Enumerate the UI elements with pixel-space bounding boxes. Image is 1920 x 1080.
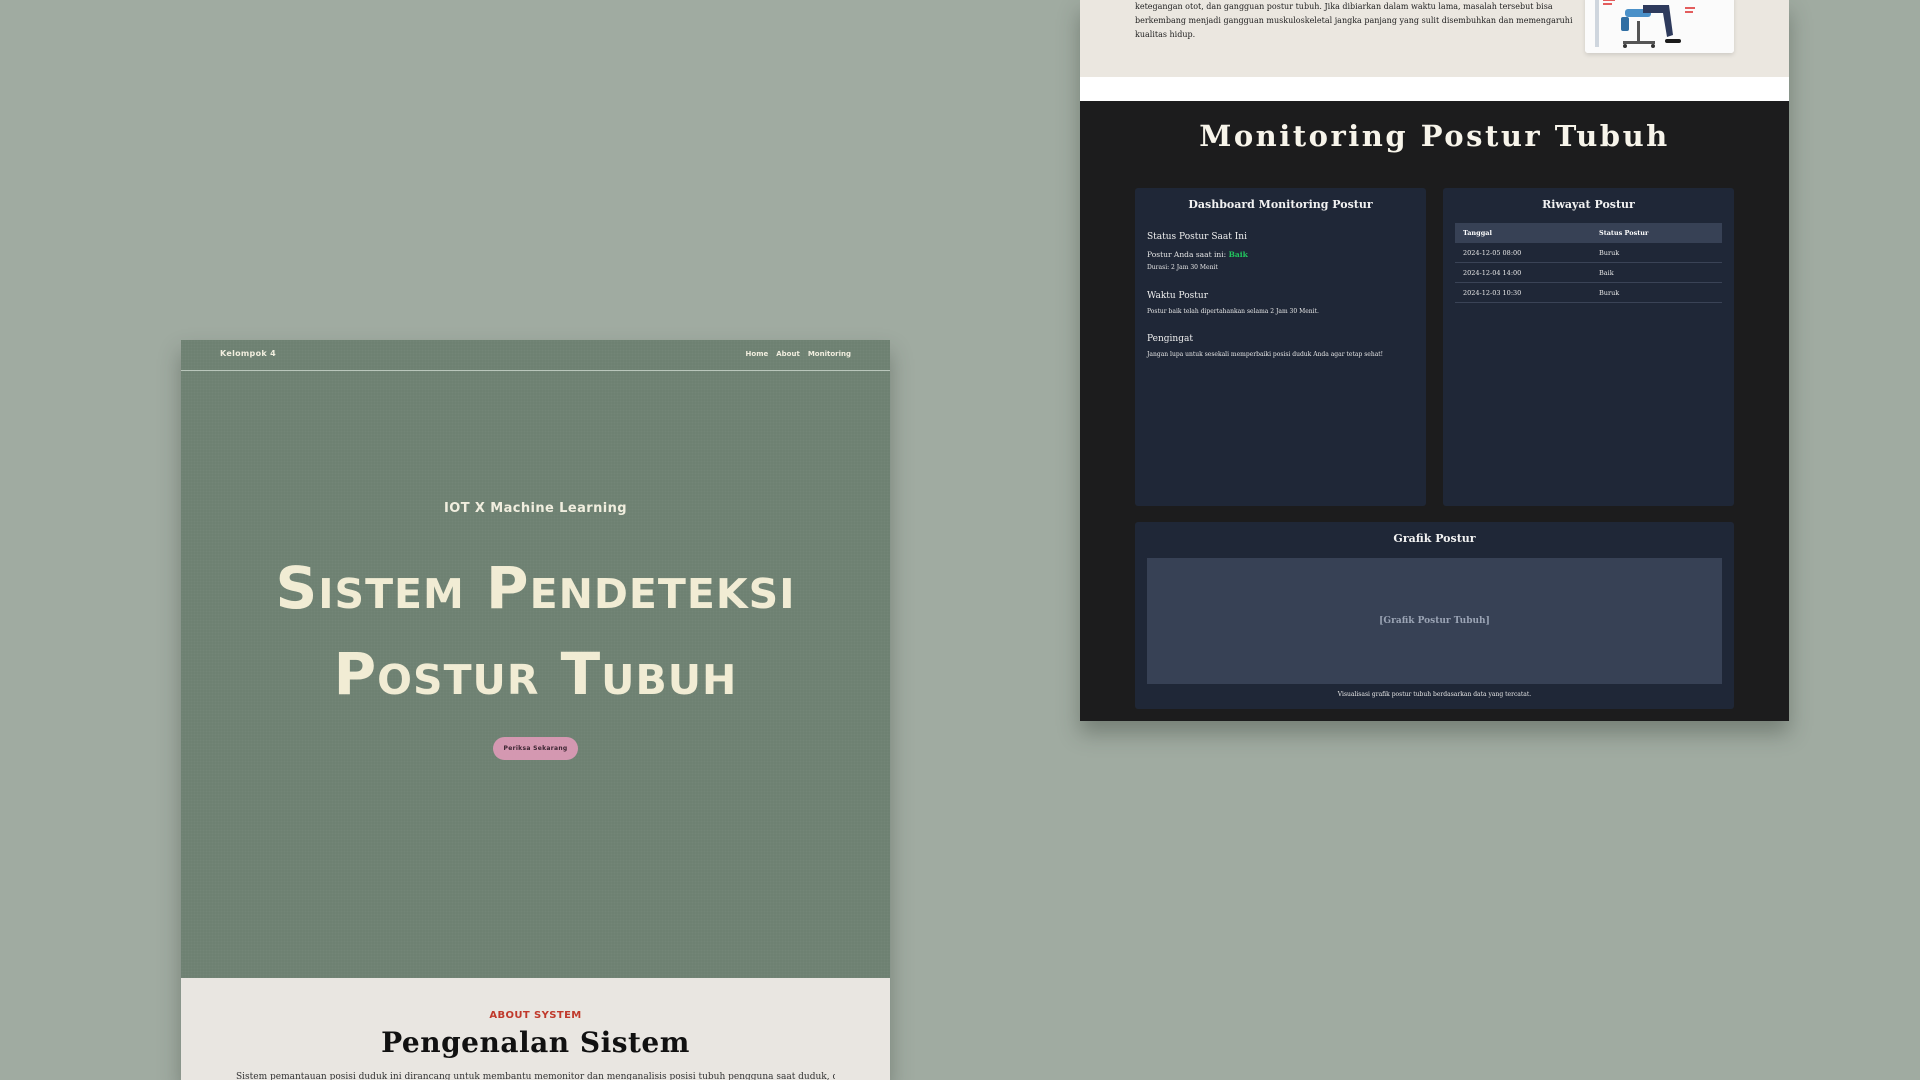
status-line: Postur Anda saat ini: Baik	[1147, 250, 1248, 259]
landing-page-mockup: Kelompok 4 Home About Monitoring IOT X M…	[181, 340, 890, 1080]
chart-caption: Visualisasi grafik postur tubuh berdasar…	[1337, 691, 1532, 698]
status-value-badge: Baik	[1228, 250, 1248, 259]
hero-title-line-1: Sistem Pendeteksi	[275, 554, 796, 622]
table-cell-date: 2024-12-03 10:30	[1463, 288, 1522, 297]
history-table: Tanggal Status Postur 2024-12-05 08:00 B…	[1455, 223, 1722, 303]
section-divider	[1080, 77, 1789, 101]
nav-link-about[interactable]: About	[776, 350, 800, 358]
table-cell-date: 2024-12-05 08:00	[1463, 248, 1522, 257]
table-row: 2024-12-05 08:00 Buruk	[1455, 243, 1722, 263]
chart-placeholder-label: [Grafik Postur Tubuh]	[1379, 616, 1490, 626]
hero-title: Sistem Pendeteksi Postur Tubuh	[181, 545, 890, 717]
hero-kicker: IOT X Machine Learning	[444, 501, 627, 516]
duration-text: Durasi: 2 Jam 30 Menit	[1147, 264, 1218, 271]
hero-section: Kelompok 4 Home About Monitoring IOT X M…	[181, 340, 890, 978]
table-cell-status: Buruk	[1599, 248, 1620, 257]
chart-card: Grafik Postur [Grafik Postur Tubuh] Visu…	[1135, 522, 1734, 709]
dashboard-title: Dashboard Monitoring Postur	[1188, 198, 1373, 211]
reminder-heading: Pengingat	[1147, 334, 1193, 344]
about-section: ABOUT SYSTEM Pengenalan Sistem Sistem pe…	[181, 978, 890, 1080]
status-heading: Status Postur Saat Ini	[1147, 232, 1247, 242]
hero-title-line-2: Postur Tubuh	[333, 640, 738, 708]
chart-placeholder: [Grafik Postur Tubuh]	[1147, 558, 1722, 684]
nav-link-monitoring[interactable]: Monitoring	[808, 350, 851, 358]
monitoring-section: Monitoring Postur Tubuh Dashboard Monito…	[1080, 101, 1789, 721]
nav-link-home[interactable]: Home	[746, 350, 769, 358]
table-cell-status: Baik	[1599, 268, 1614, 277]
time-text: Postur baik telah dipertahankan selama 2…	[1147, 308, 1319, 315]
nav-links: Home About Monitoring	[746, 350, 851, 358]
table-cell-status: Buruk	[1599, 288, 1620, 297]
monitoring-page-mockup: ketegangan otot, dan gangguan postur tub…	[1080, 0, 1789, 721]
article-line: kualitas hidup.	[1135, 30, 1196, 39]
time-heading: Waktu Postur	[1147, 291, 1209, 301]
top-navbar: Kelompok 4 Home About Monitoring	[181, 340, 890, 371]
brand-logo[interactable]: Kelompok 4	[220, 349, 276, 358]
article-text: ketegangan otot, dan gangguan postur tub…	[1135, 0, 1645, 42]
chart-title: Grafik Postur	[1393, 532, 1476, 545]
column-header-date: Tanggal	[1463, 229, 1492, 237]
table-header-row: Tanggal Status Postur	[1455, 223, 1722, 243]
history-title: Riwayat Postur	[1542, 198, 1635, 211]
history-card: Riwayat Postur Tanggal Status Postur 202…	[1443, 188, 1734, 506]
article-line: berkembang menjadi gangguan muskuloskele…	[1135, 16, 1573, 25]
monitoring-title: Monitoring Postur Tubuh	[1199, 119, 1670, 153]
status-prefix: Postur Anda saat ini:	[1147, 250, 1227, 259]
table-cell-date: 2024-12-04 14:00	[1463, 268, 1522, 277]
about-title: Pengenalan Sistem	[381, 1026, 690, 1059]
column-header-status: Status Postur	[1599, 229, 1649, 237]
check-now-button[interactable]: Periksa Sekarang	[493, 737, 578, 760]
article-line: ketegangan otot, dan gangguan postur tub…	[1135, 2, 1553, 11]
dashboard-card: Dashboard Monitoring Postur Status Postu…	[1135, 188, 1426, 506]
table-row: 2024-12-03 10:30 Buruk	[1455, 283, 1722, 303]
about-text: Sistem pemantauan posisi duduk ini diran…	[236, 1072, 835, 1080]
about-kicker: ABOUT SYSTEM	[489, 1010, 582, 1021]
table-row: 2024-12-04 14:00 Baik	[1455, 263, 1722, 283]
reminder-text: Jangan lupa untuk sesekali memperbaiki p…	[1147, 351, 1384, 358]
sitting-posture-illustration	[1585, 0, 1734, 53]
article-section: ketegangan otot, dan gangguan postur tub…	[1080, 0, 1789, 77]
